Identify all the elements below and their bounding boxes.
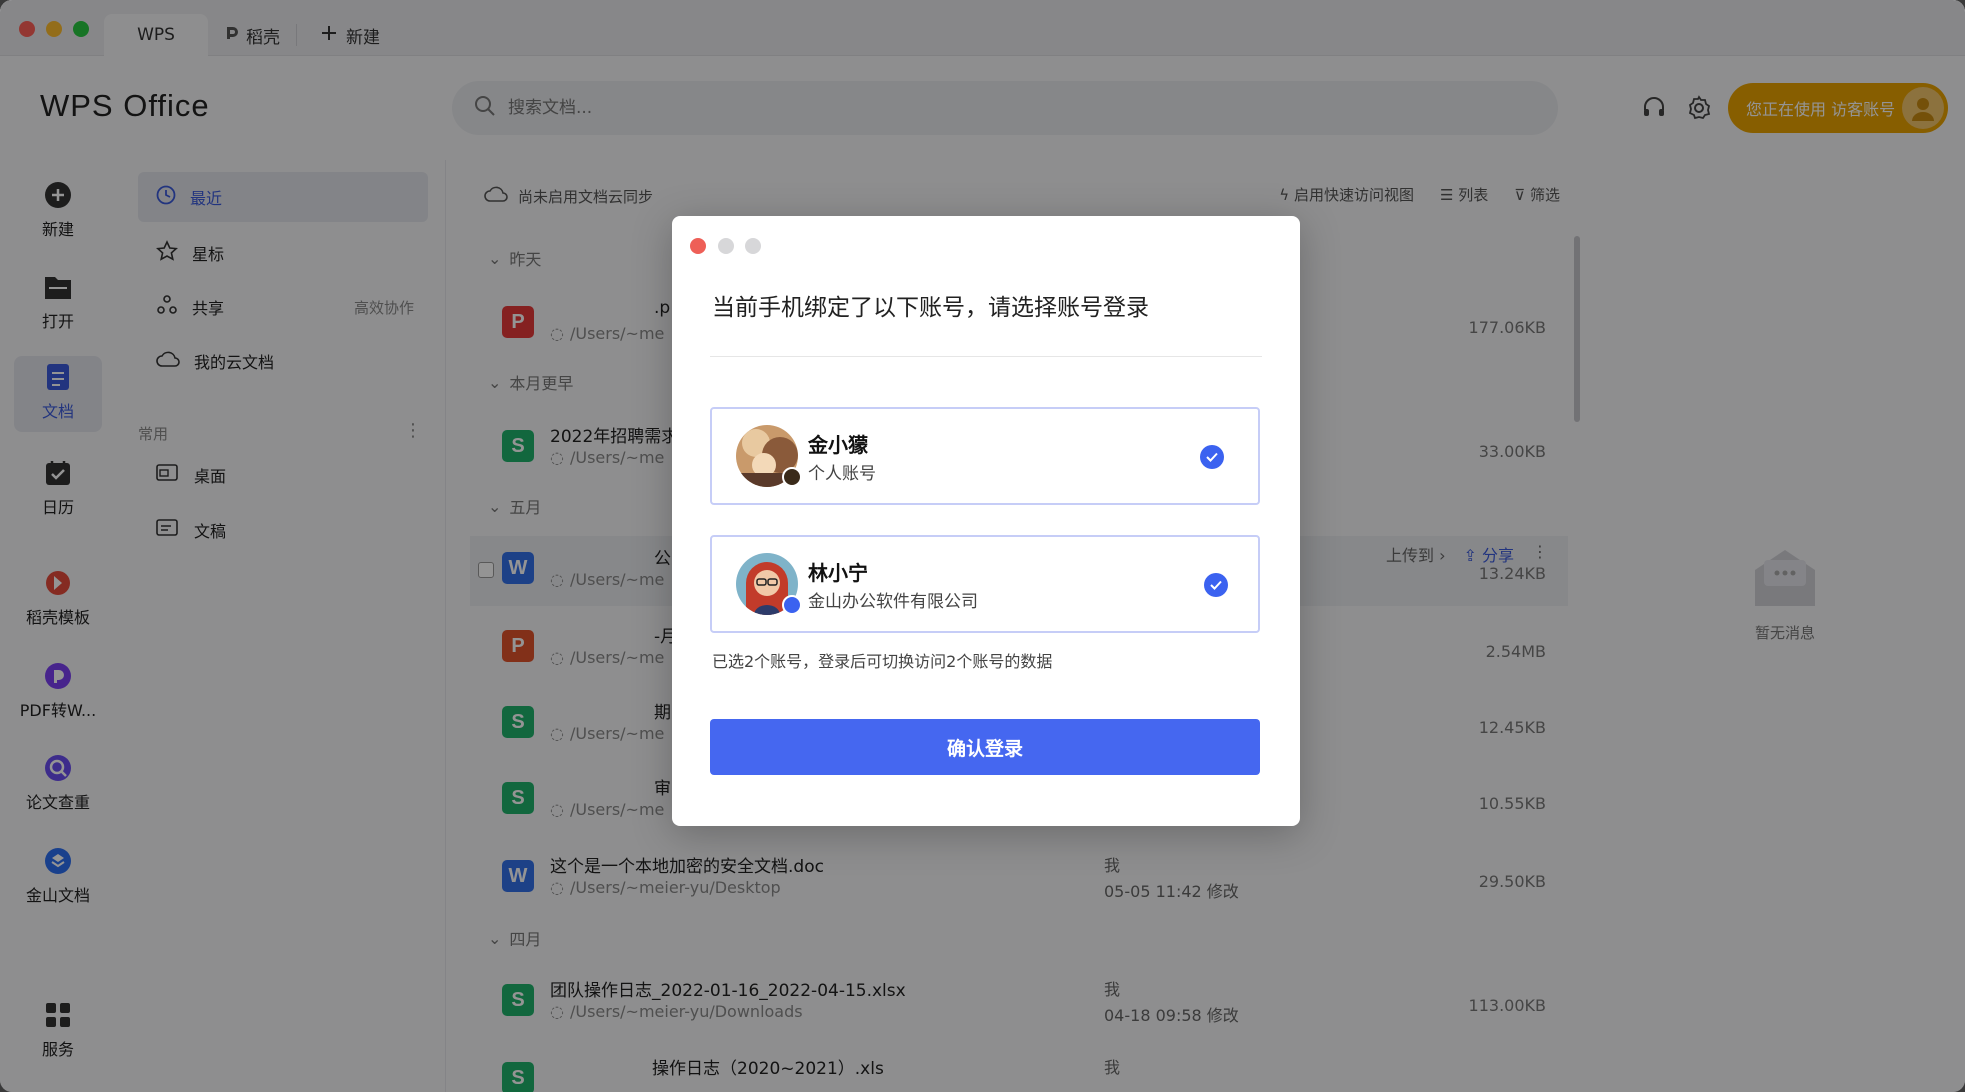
- dialog-title: 当前手机绑定了以下账号，请选择账号登录: [712, 295, 1149, 321]
- account-company: 金山办公软件有限公司: [808, 592, 978, 612]
- personal-badge-icon: [782, 467, 802, 487]
- checkmark-icon[interactable]: [1200, 445, 1224, 469]
- account-type: 个人账号: [808, 464, 876, 484]
- company-badge-icon: [782, 595, 802, 615]
- account-name: 金小獴: [808, 433, 868, 457]
- app-window: WPS 稻壳 新建 WPS Office 您正在使用 访客账号 新建 打开: [0, 0, 1965, 1092]
- dialog-maximize-button: [745, 238, 761, 254]
- dialog-minimize-button: [718, 238, 734, 254]
- account-select-dialog: 当前手机绑定了以下账号，请选择账号登录 金小獴 个人账号 林小宁 金山办公软件有…: [672, 216, 1300, 826]
- checkmark-icon[interactable]: [1204, 573, 1228, 597]
- account-card-company[interactable]: 林小宁 金山办公软件有限公司: [710, 535, 1260, 633]
- selection-hint: 已选2个账号，登录后可切换访问2个账号的数据: [712, 652, 1053, 671]
- account-name: 林小宁: [808, 561, 868, 585]
- divider: [710, 356, 1262, 357]
- account-card-personal[interactable]: 金小獴 个人账号: [710, 407, 1260, 505]
- dialog-close-button[interactable]: [690, 238, 706, 254]
- confirm-login-button[interactable]: 确认登录: [710, 719, 1260, 775]
